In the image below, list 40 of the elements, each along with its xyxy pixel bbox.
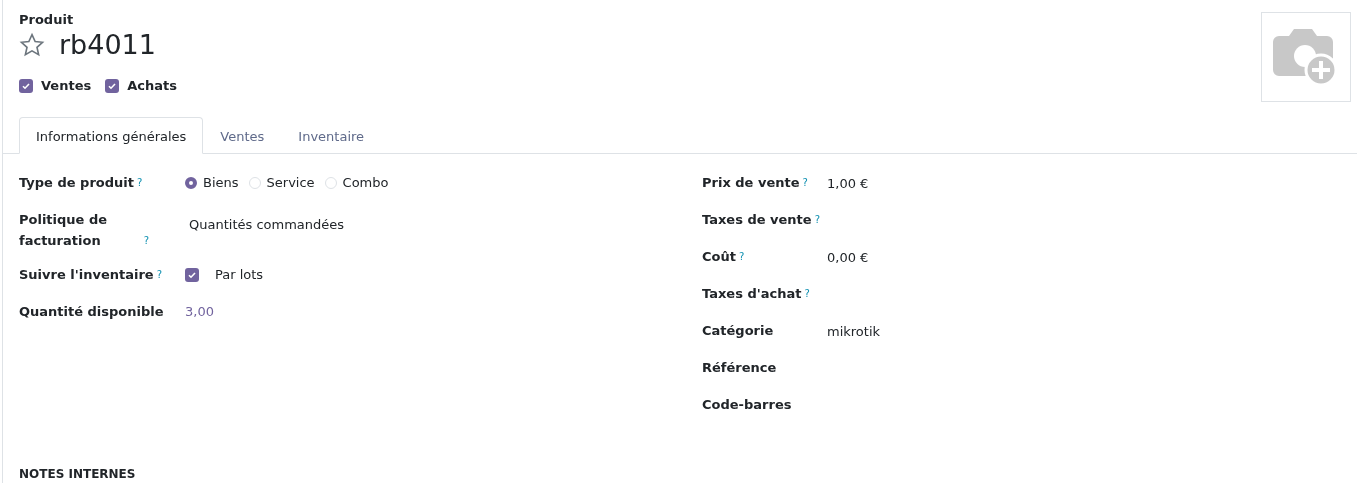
- field-label: Coût: [702, 248, 736, 266]
- checkbox[interactable]: [185, 267, 199, 282]
- field-label: Type de produit: [19, 174, 134, 192]
- checkbox[interactable]: [105, 78, 120, 93]
- field-label: Prix de vente: [702, 174, 800, 192]
- radio-label[interactable]: Service: [266, 172, 315, 193]
- help-tooltip-icon[interactable]: ?: [804, 283, 810, 304]
- radio-button[interactable]: [185, 176, 197, 189]
- radio-label[interactable]: Biens: [203, 172, 239, 193]
- radio-label[interactable]: Combo: [342, 172, 389, 193]
- field-label: Code-barres: [702, 396, 792, 414]
- field-label: Quantité disponible: [19, 303, 164, 321]
- field-value: mikrotik: [827, 324, 881, 339]
- tab[interactable]: Informations générales: [19, 117, 204, 154]
- field-value: Quantités commandées: [188, 216, 345, 234]
- section-title: NOTES INTERNES: [18, 466, 137, 481]
- help-tooltip-icon[interactable]: ?: [802, 172, 808, 193]
- product-name[interactable]: rb4011: [59, 29, 156, 60]
- field-value: 1,00 €: [827, 176, 869, 191]
- field-value: 0,00 €: [827, 250, 869, 265]
- help-tooltip-icon[interactable]: ?: [156, 264, 162, 285]
- tab[interactable]: Ventes: [203, 117, 282, 154]
- tab[interactable]: Inventaire: [281, 117, 382, 154]
- quantity-link[interactable]: 3,00: [185, 304, 214, 319]
- field-label: Taxes de vente: [702, 211, 812, 229]
- checkbox-label[interactable]: Ventes: [41, 78, 92, 93]
- field-label: Politique de facturation: [19, 211, 109, 250]
- help-tooltip-icon[interactable]: ?: [143, 230, 149, 251]
- checkbox-label[interactable]: Par lots: [215, 264, 264, 285]
- checkbox-label[interactable]: Achats: [127, 78, 177, 93]
- help-tooltip-icon[interactable]: ?: [814, 209, 820, 230]
- help-tooltip-icon[interactable]: ?: [738, 246, 745, 267]
- field-label: Référence: [702, 359, 777, 377]
- star-icon[interactable]: [19, 31, 45, 58]
- record-type-label: Produit: [19, 12, 75, 27]
- checkbox[interactable]: [19, 78, 33, 93]
- field-label: Suivre l'inventaire: [19, 266, 154, 284]
- help-tooltip-icon[interactable]: ?: [137, 172, 143, 193]
- field-label: Taxes d'achat: [702, 285, 802, 303]
- field-label: Catégorie: [702, 322, 774, 340]
